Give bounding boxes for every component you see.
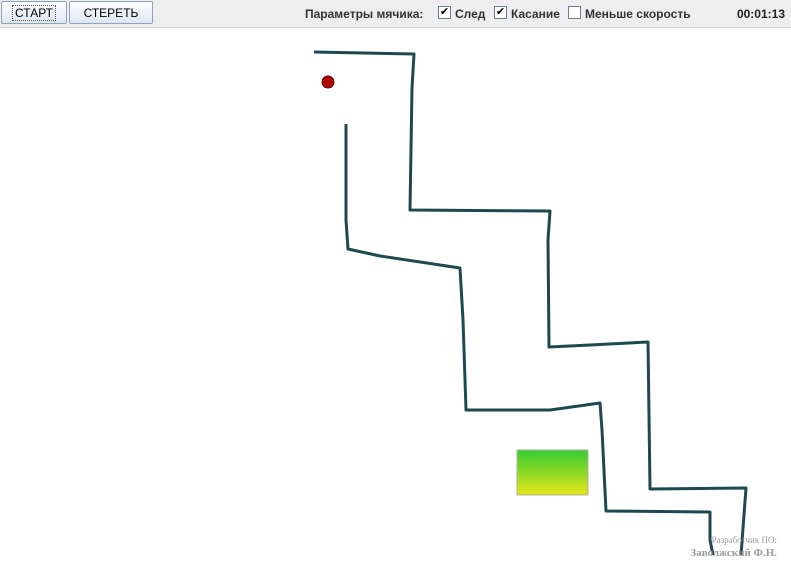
maze-canvas[interactable] [0,28,791,571]
developer-caption: Разработчик ПО: [711,535,777,545]
slower-speed-label: Меньше скорость [585,7,691,21]
ball-params-label: Параметры мячика: [305,7,424,21]
target-zone [516,449,589,496]
trail-checkbox[interactable] [438,6,451,19]
developer-name: Заволжский Ф.Н. [690,547,777,559]
touch-checkbox[interactable] [494,6,507,19]
slower-speed-checkbox[interactable] [568,6,581,19]
toolbar: СТАРТ СТЕРЕТЬ Параметры мячика: След Кас… [0,0,791,28]
start-button-label: СТАРТ [12,4,56,21]
start-button[interactable]: СТАРТ [1,1,67,24]
trail-label: След [455,7,486,21]
touch-label: Касание [511,7,560,21]
ball[interactable] [321,75,335,89]
timer: 00:01:13 [736,7,785,21]
clear-button[interactable]: СТЕРЕТЬ [69,1,153,24]
